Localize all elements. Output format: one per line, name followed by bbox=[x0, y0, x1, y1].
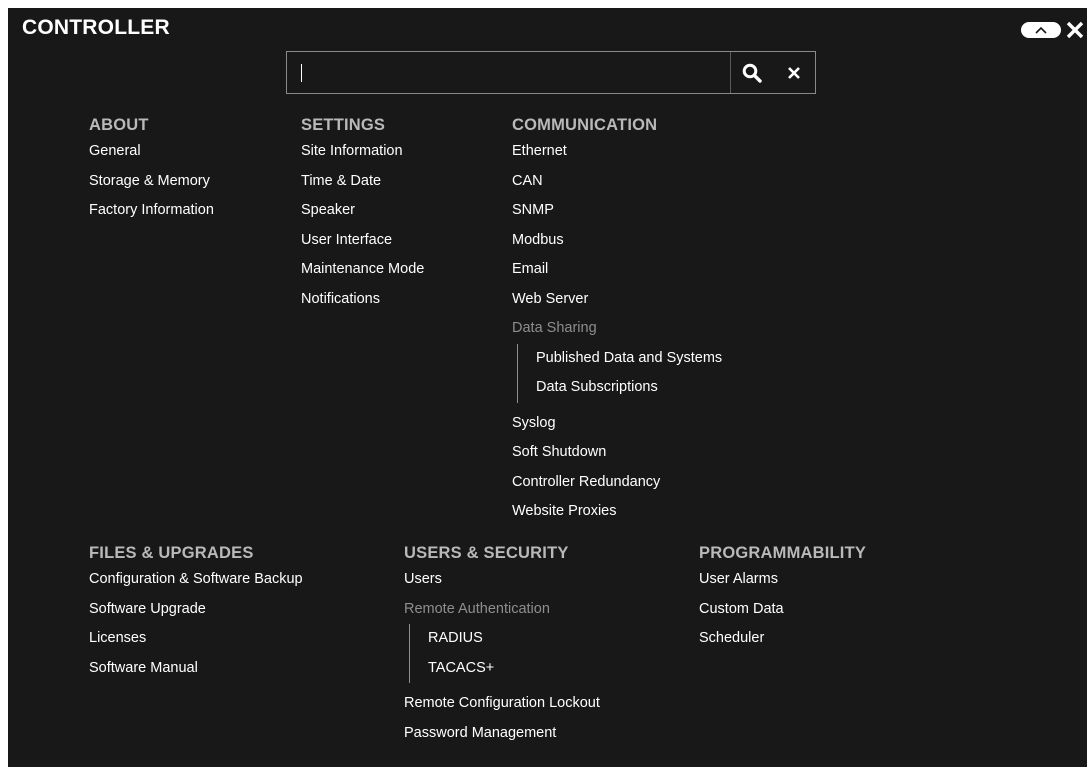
section-users-security: USERS & SECURITY Users Remote Authentica… bbox=[404, 541, 600, 748]
menu-item-general[interactable]: General bbox=[89, 137, 214, 167]
section-heading: FILES & UPGRADES bbox=[89, 544, 254, 562]
menu-item-snmp[interactable]: SNMP bbox=[512, 196, 722, 226]
section-heading: COMMUNICATION bbox=[512, 116, 658, 134]
menu-item-data-subscriptions[interactable]: Data Subscriptions bbox=[536, 373, 722, 403]
close-button[interactable] bbox=[1063, 18, 1087, 42]
menu-item-speaker[interactable]: Speaker bbox=[301, 196, 424, 226]
section-about: ABOUT General Storage & Memory Factory I… bbox=[89, 113, 214, 226]
menu-item-licenses[interactable]: Licenses bbox=[89, 624, 303, 654]
menu-item-software-upgrade[interactable]: Software Upgrade bbox=[89, 595, 303, 625]
menu-item-modbus[interactable]: Modbus bbox=[512, 226, 722, 256]
search-icon bbox=[742, 63, 762, 83]
clear-icon bbox=[788, 66, 800, 79]
window-controls bbox=[1021, 18, 1087, 42]
menu-item-remote-config-lockout[interactable]: Remote Configuration Lockout bbox=[404, 689, 600, 719]
menu-item-can[interactable]: CAN bbox=[512, 167, 722, 197]
menu-item-config-software-backup[interactable]: Configuration & Software Backup bbox=[89, 565, 303, 595]
menu-item-storage-memory[interactable]: Storage & Memory bbox=[89, 167, 214, 197]
menu-item-factory-information[interactable]: Factory Information bbox=[89, 196, 214, 226]
page-title: CONTROLLER bbox=[22, 16, 170, 39]
section-programmability: PROGRAMMABILITY User Alarms Custom Data … bbox=[699, 541, 866, 654]
close-icon bbox=[1066, 21, 1084, 39]
section-heading: PROGRAMMABILITY bbox=[699, 544, 867, 562]
menu-item-tacacs[interactable]: TACACS+ bbox=[428, 654, 600, 684]
menu-item-radius[interactable]: RADIUS bbox=[428, 624, 600, 654]
menu-item-notifications[interactable]: Notifications bbox=[301, 285, 424, 315]
controller-menu-panel: CONTROLLER ABOUT General Storage & Memor… bbox=[8, 8, 1087, 767]
submenu-data-sharing: Published Data and Systems Data Subscrip… bbox=[517, 343, 722, 403]
submenu-remote-authentication: RADIUS TACACS+ bbox=[409, 624, 600, 683]
clear-search-button[interactable] bbox=[773, 52, 815, 93]
chevron-up-icon bbox=[1035, 26, 1047, 34]
section-heading: SETTINGS bbox=[301, 116, 386, 134]
search-button[interactable] bbox=[731, 52, 773, 93]
menu-item-published-data-systems[interactable]: Published Data and Systems bbox=[536, 344, 722, 374]
menu-item-password-management[interactable]: Password Management bbox=[404, 719, 600, 749]
menu-item-software-manual[interactable]: Software Manual bbox=[89, 654, 303, 684]
menu-item-user-interface[interactable]: User Interface bbox=[301, 226, 424, 256]
collapse-button[interactable] bbox=[1021, 22, 1061, 38]
menu-item-ethernet[interactable]: Ethernet bbox=[512, 137, 722, 167]
section-heading: USERS & SECURITY bbox=[404, 544, 569, 562]
menu-item-custom-data[interactable]: Custom Data bbox=[699, 595, 866, 625]
menu-item-controller-redundancy[interactable]: Controller Redundancy bbox=[512, 468, 722, 498]
section-communication: COMMUNICATION Ethernet CAN SNMP Modbus E… bbox=[512, 113, 722, 527]
menu-item-soft-shutdown[interactable]: Soft Shutdown bbox=[512, 438, 722, 468]
section-settings: SETTINGS Site Information Time & Date Sp… bbox=[301, 113, 424, 314]
section-heading: ABOUT bbox=[89, 116, 149, 134]
menu-item-web-server[interactable]: Web Server bbox=[512, 285, 722, 315]
group-label-remote-authentication: Remote Authentication bbox=[404, 600, 550, 617]
menu-item-time-date[interactable]: Time & Date bbox=[301, 167, 424, 197]
menu-item-site-information[interactable]: Site Information bbox=[301, 137, 424, 167]
menu-item-maintenance-mode[interactable]: Maintenance Mode bbox=[301, 255, 424, 285]
search-bar bbox=[286, 51, 816, 94]
search-input[interactable] bbox=[287, 52, 730, 93]
menu-item-website-proxies[interactable]: Website Proxies bbox=[512, 497, 722, 527]
text-caret bbox=[301, 64, 302, 82]
menu-item-user-alarms[interactable]: User Alarms bbox=[699, 565, 866, 595]
group-label-data-sharing: Data Sharing bbox=[512, 320, 597, 336]
section-files-upgrades: FILES & UPGRADES Configuration & Softwar… bbox=[89, 541, 303, 683]
menu-item-users[interactable]: Users bbox=[404, 565, 600, 595]
menu-item-scheduler[interactable]: Scheduler bbox=[699, 624, 866, 654]
menu-item-syslog[interactable]: Syslog bbox=[512, 409, 722, 439]
menu-item-email[interactable]: Email bbox=[512, 255, 722, 285]
